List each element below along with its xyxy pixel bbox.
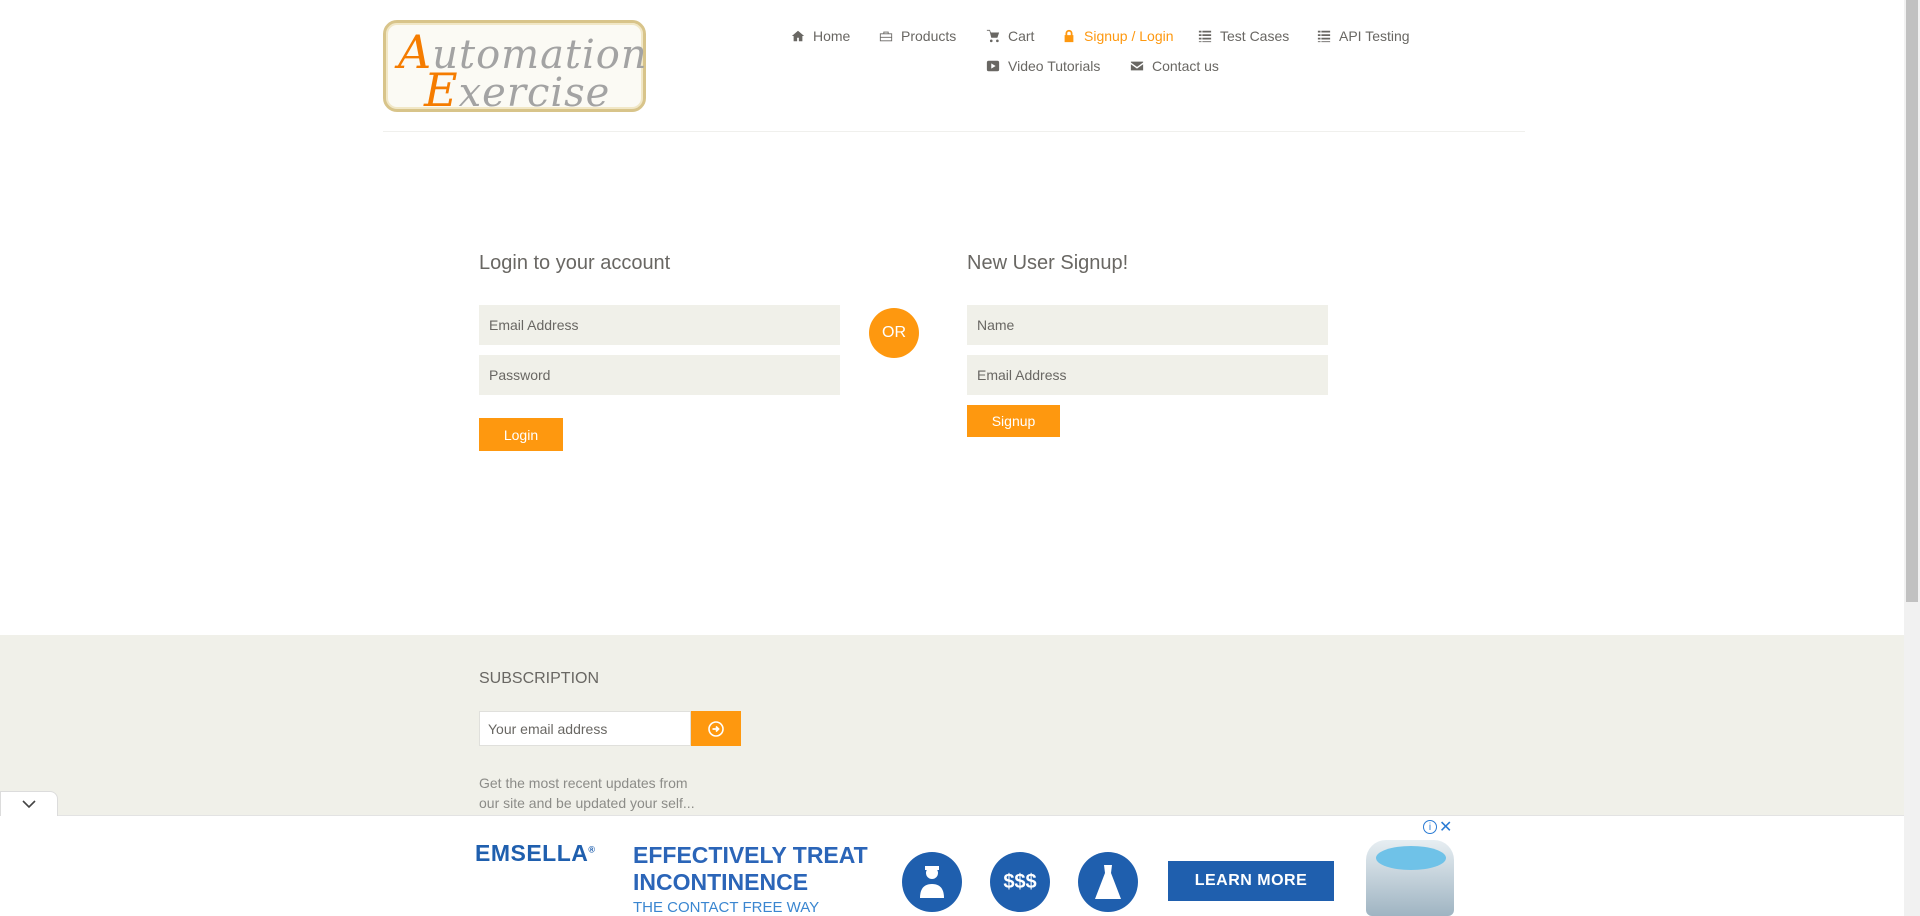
nav-home[interactable]: Home <box>791 28 850 44</box>
site-logo[interactable]: Automation Exercise <box>383 20 647 117</box>
subscription-description: Get the most recent updates from our sit… <box>479 775 695 811</box>
circle-arrow-right-icon <box>708 720 724 737</box>
dress-icon <box>1078 852 1138 912</box>
signup-button[interactable]: Signup <box>967 405 1060 437</box>
list-icon <box>1198 30 1212 43</box>
page-scrollbar-thumb[interactable] <box>1906 0 1918 602</box>
ad-collapse-button[interactable] <box>0 791 58 816</box>
nav-test-cases[interactable]: Test Cases <box>1198 28 1289 44</box>
nav-api-testing[interactable]: API Testing <box>1317 28 1410 44</box>
ad-close-icon[interactable]: ✕ <box>1439 817 1452 837</box>
login-button[interactable]: Login <box>479 418 563 451</box>
money-icon: $$$ <box>990 852 1050 912</box>
ad-brand: EMSELLA® <box>475 840 596 866</box>
ad-learn-more-button[interactable]: LEARN MORE <box>1168 861 1334 901</box>
subscription-email-input[interactable] <box>479 711 691 746</box>
home-icon <box>791 30 805 42</box>
list-icon <box>1317 30 1331 43</box>
logo-line-2: Exercise <box>424 63 611 117</box>
ad-subline: THE CONTACT FREE WAY <box>633 899 820 916</box>
signup-name-input[interactable] <box>967 305 1328 345</box>
signup-title: New User Signup! <box>967 252 1129 274</box>
login-password-input[interactable] <box>479 355 840 395</box>
nav-contact-us[interactable]: Contact us <box>1130 58 1219 74</box>
subscription-title: SUBSCRIPTION <box>479 670 600 687</box>
nav-signup-login[interactable]: Signup / Login <box>1062 28 1174 44</box>
ad-info-icon[interactable]: i <box>1423 820 1437 834</box>
ad-banner[interactable]: EMSELLA® EFFECTIVELY TREAT INCONTINENCE … <box>449 818 1454 916</box>
nurse-icon <box>902 852 962 912</box>
ad-headline: EFFECTIVELY TREAT INCONTINENCE <box>633 842 868 895</box>
login-title: Login to your account <box>479 252 671 274</box>
nav-video-tutorials[interactable]: Video Tutorials <box>986 58 1100 74</box>
chevron-down-icon <box>22 800 36 809</box>
youtube-icon <box>986 60 1000 72</box>
lock-icon <box>1064 29 1074 43</box>
subscribe-button[interactable] <box>691 711 741 746</box>
nav-products[interactable]: Products <box>879 28 956 44</box>
header-divider <box>383 131 1525 132</box>
cart-icon <box>986 29 1000 43</box>
signup-email-input[interactable] <box>967 355 1328 395</box>
envelope-icon <box>1130 61 1144 71</box>
nav-cart[interactable]: Cart <box>986 28 1034 44</box>
login-email-input[interactable] <box>479 305 840 345</box>
briefcase-icon <box>879 31 893 42</box>
ad-product-image <box>1366 840 1454 916</box>
or-divider-badge: OR <box>869 308 919 358</box>
